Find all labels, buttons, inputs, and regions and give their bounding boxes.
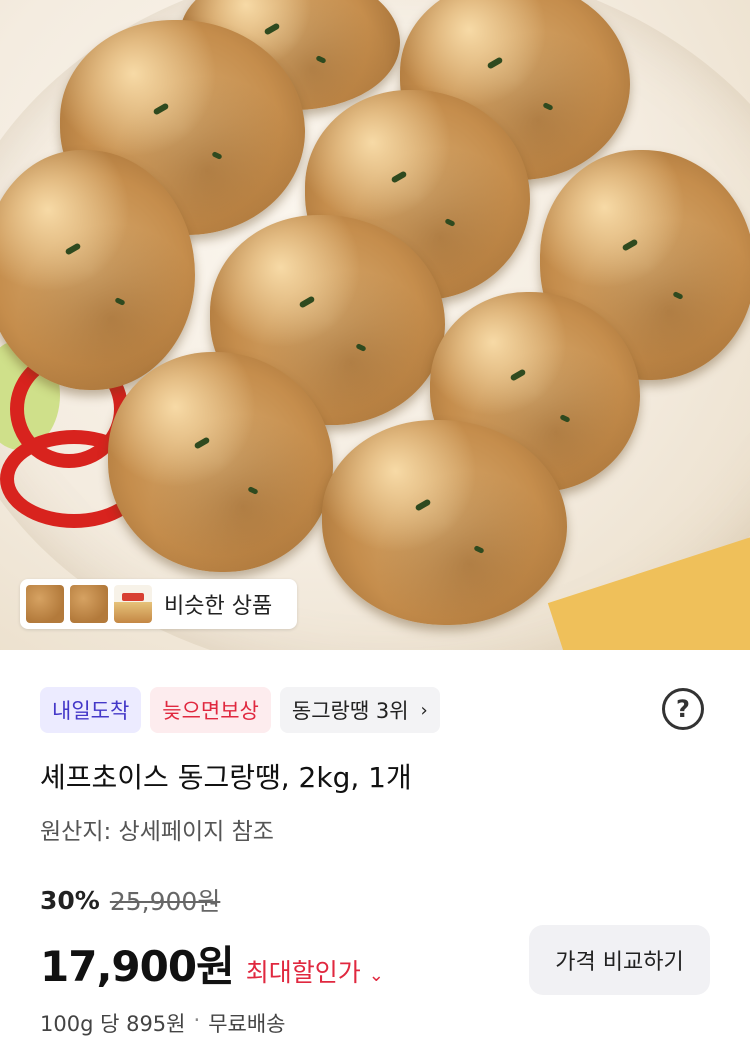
badge-row: 내일도착 늦으면보상 동그랑땡 3위 › (40, 687, 440, 733)
similar-thumbnail (114, 585, 152, 623)
similar-thumbnail (70, 585, 108, 623)
badge-label: 내일도착 (52, 699, 130, 723)
meatball (322, 420, 567, 625)
badge-label: 늦으면보상 (162, 699, 259, 723)
chevron-down-icon[interactable]: ⌄ (369, 965, 384, 986)
similar-products-label: 비슷한 상품 (164, 594, 273, 619)
chevron-right-icon: › (420, 699, 428, 721)
original-price: 25,900원 (109, 887, 221, 916)
badge-label: 동그랑땡 3위 (291, 699, 409, 723)
max-discount-link[interactable]: 최대할인가 (246, 953, 361, 989)
product-title: 셰프초이스 동그랑땡, 2kg, 1개 (40, 761, 412, 794)
compare-prices-button[interactable]: 가격 비교하기 (529, 925, 710, 995)
unit-price: 100g 당 895원 (40, 1012, 186, 1036)
discount-row: 30% 25,900원 (40, 882, 220, 918)
separator-dot: · (193, 1008, 201, 1032)
similar-thumbnail (26, 585, 64, 623)
similar-products-button[interactable]: 비슷한 상품 (20, 579, 297, 629)
shipping-info: 무료배송 (208, 1012, 286, 1036)
discount-rate: 30% (40, 885, 100, 915)
origin-info: 원산지: 상세페이지 참조 (40, 819, 274, 845)
unit-price-row: 100g 당 895원 · 무료배송 (40, 1008, 285, 1038)
sale-price: 17,900원 (40, 942, 235, 991)
product-image[interactable]: 비슷한 상품 (0, 0, 750, 650)
price-row: 17,900원 최대할인가 ⌄ (40, 933, 384, 994)
late-compensation-badge[interactable]: 늦으면보상 (150, 687, 271, 733)
question-circle-icon[interactable]: ? (662, 688, 704, 730)
category-ranking-link[interactable]: 동그랑땡 3위 › (279, 687, 440, 733)
tomorrow-arrival-badge: 내일도착 (40, 687, 142, 733)
